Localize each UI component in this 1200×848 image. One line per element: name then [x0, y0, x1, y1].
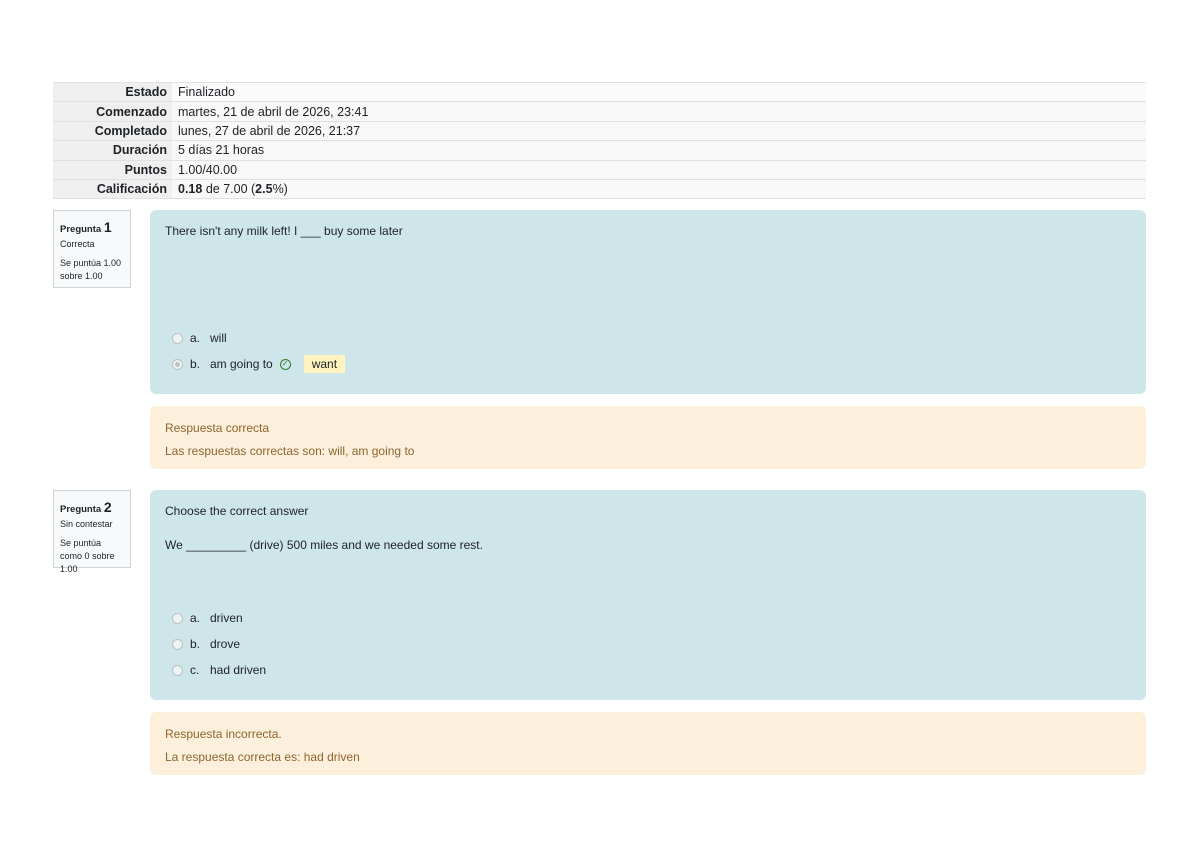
question-info-2: Pregunta 2 Sin contestar Se puntúa como …	[53, 490, 131, 574]
option-b[interactable]: b. am going to ✓ want	[172, 355, 346, 373]
summary-value: 1.00/40.00	[172, 159, 1146, 180]
grade-of: de 7.00 (	[202, 182, 256, 197]
summary-row-calificacion: Calificación 0.18 de 7.00 (2.5%)	[53, 178, 1146, 200]
option-text: drove	[210, 637, 241, 651]
question-number: 1	[103, 219, 112, 235]
option-text: driven	[210, 611, 243, 625]
question-feedback-2: Respuesta incorrecta. La respuesta corre…	[150, 712, 1146, 775]
option-a[interactable]: a. driven	[172, 609, 243, 627]
question-feedback-1: Respuesta correcta Las respuestas correc…	[150, 406, 1146, 469]
question-number: 2	[103, 499, 112, 515]
question-formulation-1: There isn't any milk left! I ___ buy som…	[150, 210, 1146, 394]
summary-row-puntos: Puntos 1.00/40.00	[53, 159, 1146, 180]
question-grade: Se puntúa como 0 sobre 1.00	[60, 538, 115, 574]
question-text: There isn't any milk left! I ___ buy som…	[165, 224, 403, 238]
summary-label: Puntos	[53, 159, 172, 180]
summary-value: martes, 21 de abril de 2026, 23:41	[172, 101, 1146, 122]
question-word: Pregunta	[60, 224, 102, 235]
summary-row-estado: Estado Finalizado	[53, 81, 1146, 103]
radio-button-icon[interactable]	[172, 332, 183, 344]
question-info-1: Pregunta 1 Correcta Se puntúa 1.00 sobre…	[53, 210, 131, 288]
radio-button-icon[interactable]	[172, 664, 183, 676]
option-letter: b.	[190, 357, 201, 371]
summary-value: Finalizado	[172, 81, 1146, 103]
option-text: had driven	[210, 663, 267, 677]
question-text: We _________ (drive) 500 miles and we ne…	[165, 538, 483, 552]
question-number-line: Pregunta 1	[60, 219, 124, 235]
feedback-right-answer: La respuesta correcta es: had driven	[165, 750, 360, 764]
question-formulation-2: Choose the correct answer We _________ (…	[150, 490, 1146, 700]
option-text: will	[210, 331, 227, 345]
option-text: am going to	[210, 357, 273, 371]
summary-label: Duración	[53, 140, 172, 161]
feedback-outcome: Respuesta incorrecta.	[165, 727, 282, 741]
radio-button-icon[interactable]	[172, 638, 183, 650]
grade-score: 0.18	[178, 182, 203, 197]
radio-button-icon[interactable]	[172, 612, 183, 624]
attempt-summary-table: Estado Finalizado Comenzado martes, 21 d…	[53, 81, 1146, 200]
summary-row-comenzado: Comenzado martes, 21 de abril de 2026, 2…	[53, 101, 1146, 122]
option-a[interactable]: a. will	[172, 329, 227, 347]
answer-tag: want	[303, 355, 346, 373]
feedback-right-answer: Las respuestas correctas son: will, am g…	[165, 444, 415, 458]
grade-tail: %)	[272, 182, 288, 197]
feedback-outcome: Respuesta correcta	[165, 421, 270, 435]
radio-button-icon[interactable]	[172, 358, 183, 370]
summary-label: Estado	[53, 81, 172, 103]
question-intro: Choose the correct answer	[165, 504, 309, 518]
summary-value: lunes, 27 de abril de 2026, 21:37	[172, 120, 1146, 142]
summary-grade-value: 0.18 de 7.00 (2.5%)	[172, 178, 1146, 200]
question-state: Correcta	[60, 239, 95, 249]
summary-label: Comenzado	[53, 101, 172, 122]
summary-label: Calificación	[53, 178, 172, 200]
option-letter: b.	[190, 637, 201, 651]
grade-percent: 2.5	[255, 182, 273, 197]
question-state: Sin contestar	[60, 519, 113, 529]
option-letter: c.	[190, 663, 200, 677]
option-c[interactable]: c. had driven	[172, 661, 266, 679]
summary-row-duracion: Duración 5 días 21 horas	[53, 140, 1146, 161]
option-letter: a.	[190, 331, 201, 345]
question-number-line: Pregunta 2	[60, 499, 124, 515]
check-circle-icon: ✓	[279, 358, 291, 370]
summary-label: Completado	[53, 120, 172, 142]
summary-row-completado: Completado lunes, 27 de abril de 2026, 2…	[53, 120, 1146, 142]
question-grade: Se puntúa 1.00 sobre 1.00	[60, 258, 122, 281]
option-letter: a.	[190, 611, 201, 625]
question-word: Pregunta	[60, 504, 102, 515]
option-b[interactable]: b. drove	[172, 635, 240, 653]
summary-value: 5 días 21 horas	[172, 140, 1146, 161]
